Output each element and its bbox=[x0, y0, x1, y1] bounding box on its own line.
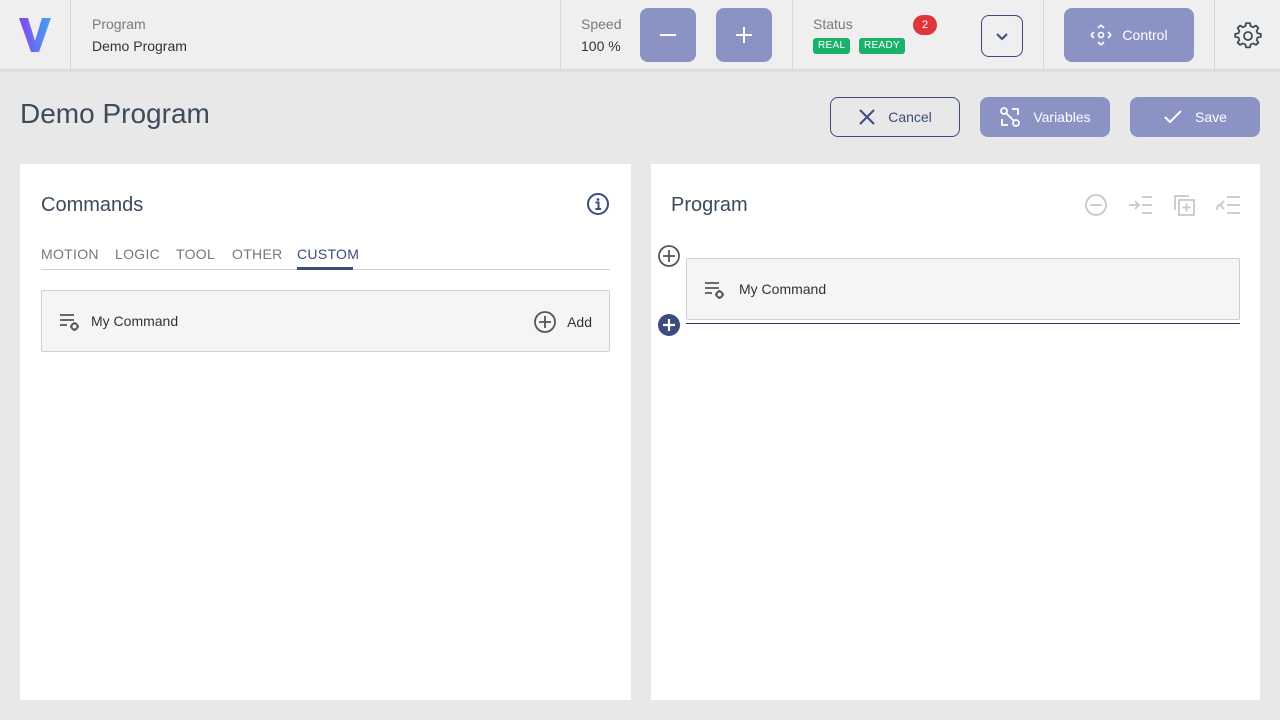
program-title: Program bbox=[671, 194, 748, 216]
chevron-down-icon bbox=[996, 33, 1008, 41]
divider bbox=[70, 0, 71, 70]
indent-icon[interactable] bbox=[1127, 192, 1153, 218]
close-icon bbox=[859, 109, 875, 125]
variables-icon bbox=[1000, 107, 1021, 127]
tab-motion[interactable]: MOTION bbox=[41, 246, 99, 262]
tab-logic[interactable]: LOGIC bbox=[115, 246, 160, 262]
active-tab-indicator bbox=[297, 267, 353, 270]
program-label: Program bbox=[92, 16, 146, 32]
control-label: Control bbox=[1122, 27, 1168, 43]
add-label: Add bbox=[567, 314, 592, 330]
tab-tool[interactable]: TOOL bbox=[176, 246, 215, 262]
divider bbox=[792, 0, 793, 70]
tab-other[interactable]: OTHER bbox=[232, 246, 283, 262]
command-list-item[interactable]: My Command Add bbox=[41, 290, 610, 352]
remove-icon[interactable] bbox=[1083, 192, 1109, 218]
insert-below-icon[interactable] bbox=[657, 313, 681, 337]
cancel-label: Cancel bbox=[888, 109, 932, 125]
command-tabs: MOTION LOGIC TOOL OTHER CUSTOM bbox=[41, 244, 610, 270]
move-arrows-icon bbox=[1090, 24, 1112, 46]
command-label: My Command bbox=[91, 313, 179, 329]
tab-custom[interactable]: CUSTOM bbox=[297, 246, 359, 262]
settings-gear-icon[interactable] bbox=[1234, 22, 1262, 50]
control-button[interactable]: Control bbox=[1064, 8, 1194, 62]
top-bar: Program Demo Program Speed 100 % Status … bbox=[0, 0, 1280, 70]
program-list-item[interactable]: My Command bbox=[686, 258, 1240, 320]
cancel-button[interactable]: Cancel bbox=[830, 97, 960, 137]
minus-icon bbox=[660, 34, 676, 36]
status-badge-ready: READY bbox=[859, 38, 905, 54]
custom-command-icon bbox=[705, 282, 724, 299]
variables-label: Variables bbox=[1033, 109, 1091, 125]
divider bbox=[1043, 0, 1044, 70]
insertion-marker-line bbox=[686, 323, 1240, 324]
insert-above-icon[interactable] bbox=[657, 244, 681, 268]
duplicate-icon[interactable] bbox=[1171, 192, 1197, 218]
save-button[interactable]: Save bbox=[1130, 97, 1260, 137]
divider bbox=[560, 0, 561, 70]
outdent-icon[interactable] bbox=[1215, 192, 1241, 218]
status-label: Status bbox=[813, 16, 853, 32]
app-logo bbox=[19, 18, 51, 52]
program-panel: Program My Command bbox=[651, 164, 1260, 700]
custom-command-icon bbox=[60, 314, 79, 331]
add-circle-icon bbox=[534, 311, 556, 333]
commands-title: Commands bbox=[41, 194, 144, 216]
notification-count-badge: 2 bbox=[913, 15, 937, 35]
commands-panel: Commands MOTION LOGIC TOOL OTHER CUSTOM … bbox=[20, 164, 631, 700]
divider bbox=[1214, 0, 1215, 70]
add-command-button[interactable]: Add bbox=[533, 309, 592, 335]
speed-value: 100 % bbox=[581, 38, 621, 54]
variables-button[interactable]: Variables bbox=[980, 97, 1110, 137]
speed-increase-button[interactable] bbox=[716, 8, 772, 62]
speed-label: Speed bbox=[581, 16, 622, 32]
status-badge-real: REAL bbox=[813, 38, 851, 54]
check-icon bbox=[1164, 110, 1182, 124]
plus-icon bbox=[736, 27, 752, 43]
page-title: Demo Program bbox=[20, 98, 210, 129]
save-label: Save bbox=[1195, 109, 1227, 125]
program-name: Demo Program bbox=[92, 38, 187, 54]
status-expand-button[interactable] bbox=[981, 15, 1023, 57]
info-icon[interactable] bbox=[586, 192, 610, 216]
program-item-label: My Command bbox=[739, 281, 827, 297]
speed-decrease-button[interactable] bbox=[640, 8, 696, 62]
